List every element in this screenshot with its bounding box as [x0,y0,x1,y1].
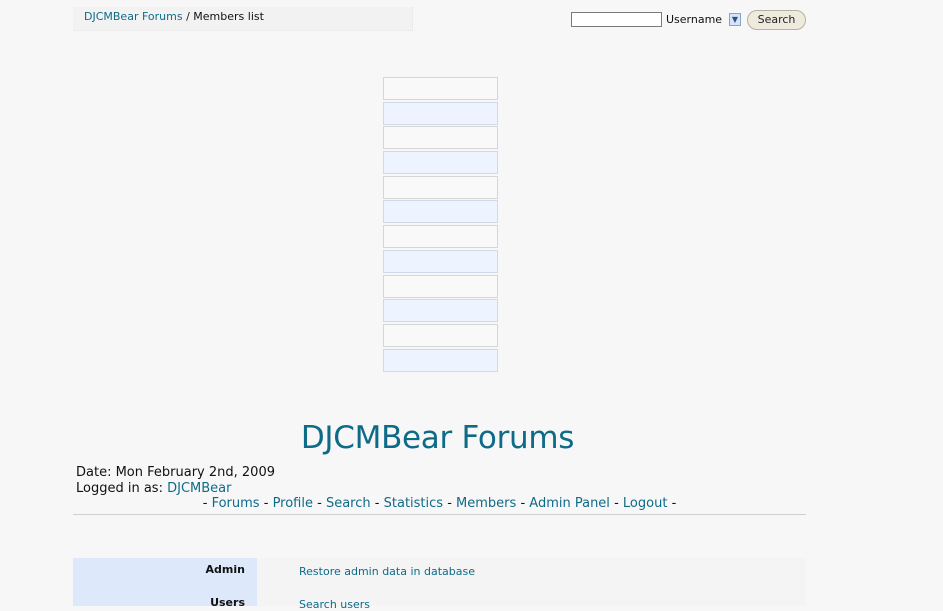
search-input[interactable] [571,12,662,27]
search-button[interactable]: Search [747,10,806,30]
nav-admin-panel-link[interactable]: Admin Panel [529,496,610,511]
members-table [383,77,498,373]
table-row [383,77,498,100]
user-meta: Date: Mon February 2nd, 2009 Logged in a… [76,465,275,497]
breadcrumb-separator: / [186,10,190,23]
table-row [383,151,498,175]
table-row [383,348,498,372]
breadcrumb-current: Members list [193,10,264,23]
breadcrumb-home-link[interactable]: DJCMBear Forums [84,10,183,23]
users-section-label: Users [210,596,245,609]
nav-search-link[interactable]: Search [326,496,371,511]
logged-in-prefix: Logged in as: [76,481,163,496]
divider [73,514,806,515]
breadcrumb: DJCMBear Forums / Members list [73,7,413,31]
table-row [383,175,498,199]
forum-title: DJCMBear Forums [300,420,575,456]
table-row [383,299,498,323]
nav-logout-link[interactable]: Logout [623,496,668,511]
date-line: Date: Mon February 2nd, 2009 [76,465,275,481]
table-row [383,225,498,249]
chevron-down-icon[interactable]: ▼ [729,13,741,26]
nav-separator: - [671,496,677,511]
nav-separator: - [374,496,380,511]
nav-separator: - [520,496,526,511]
nav-separator: - [202,496,208,511]
nav-members-link[interactable]: Members [456,496,516,511]
admin-section-label: Admin [205,563,245,576]
search-type-value: Username [666,13,723,26]
admin-panel: Admin Restore admin data in database Use… [73,558,806,611]
logged-in-line: Logged in as: DJCMBear [76,481,275,497]
current-date: Mon February 2nd, 2009 [115,465,275,480]
nav-separator: - [263,496,269,511]
search-users-link[interactable]: Search users [299,598,370,611]
nav-separator: - [614,496,619,511]
search-type-select[interactable]: Username ▼ [666,12,742,28]
nav-profile-link[interactable]: Profile [273,496,313,511]
table-row [383,249,498,273]
table-row [383,274,498,298]
nav-separator: - [317,496,322,511]
nav-separator: - [447,496,452,511]
username-link[interactable]: DJCMBear [167,481,231,496]
table-row [383,200,498,224]
nav-forums-link[interactable]: Forums [212,496,260,511]
table-row [383,323,498,347]
date-prefix: Date: [76,465,112,480]
table-row [383,126,498,150]
table-row [383,101,498,125]
main-nav: - Forums - Profile - Search - Statistics… [73,496,806,512]
nav-statistics-link[interactable]: Statistics [384,496,443,511]
restore-admin-data-link[interactable]: Restore admin data in database [299,565,475,578]
